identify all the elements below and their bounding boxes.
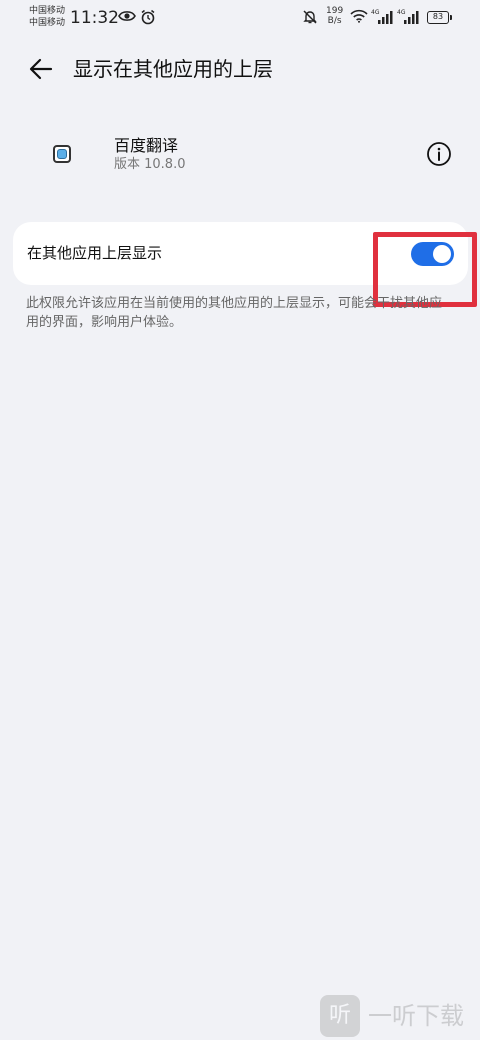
carrier-2: 中国移动	[29, 18, 66, 28]
watermark-logo: 听	[320, 995, 360, 1037]
carrier-labels: 中国移动 中国移动	[29, 5, 65, 29]
setting-label: 在其他应用上层显示	[27, 244, 163, 262]
info-icon[interactable]	[426, 141, 452, 167]
carrier-1: 中国移动	[29, 6, 66, 16]
watermark: 听 一听下载	[320, 995, 480, 1040]
battery-indicator: 83	[427, 11, 452, 24]
watermark-text: 一听下载	[368, 1002, 464, 1030]
wifi-icon	[350, 9, 368, 23]
permission-description: 此权限允许该应用在当前使用的其他应用的上层显示，可能会干扰其他应用的界面，影响用…	[26, 296, 443, 330]
overlay-permission-toggle[interactable]	[411, 242, 454, 266]
eye-icon	[118, 11, 136, 21]
network-speed-value: 199	[326, 6, 344, 16]
signal-icon	[404, 11, 419, 24]
status-bar: 中国移动 中国移动 11:32 199 B/s 4G 4G 83	[0, 0, 480, 36]
app-icon	[53, 145, 71, 163]
alarm-icon	[141, 9, 155, 25]
setting-card: 在其他应用上层显示	[13, 222, 468, 285]
app-version: 版本 10.8.0	[114, 157, 186, 172]
toggle-knob	[433, 245, 451, 263]
status-time: 11:32	[70, 8, 119, 28]
network-speed: 199 B/s	[326, 6, 343, 26]
network-speed-unit: B/s	[327, 16, 342, 26]
app-name: 百度翻译	[114, 136, 179, 155]
signal-icon	[378, 11, 393, 24]
back-arrow-icon[interactable]	[26, 54, 56, 84]
page-title: 显示在其他应用的上层	[73, 57, 273, 81]
app-icon-graphic	[57, 149, 67, 159]
mute-bell-icon	[303, 10, 317, 24]
